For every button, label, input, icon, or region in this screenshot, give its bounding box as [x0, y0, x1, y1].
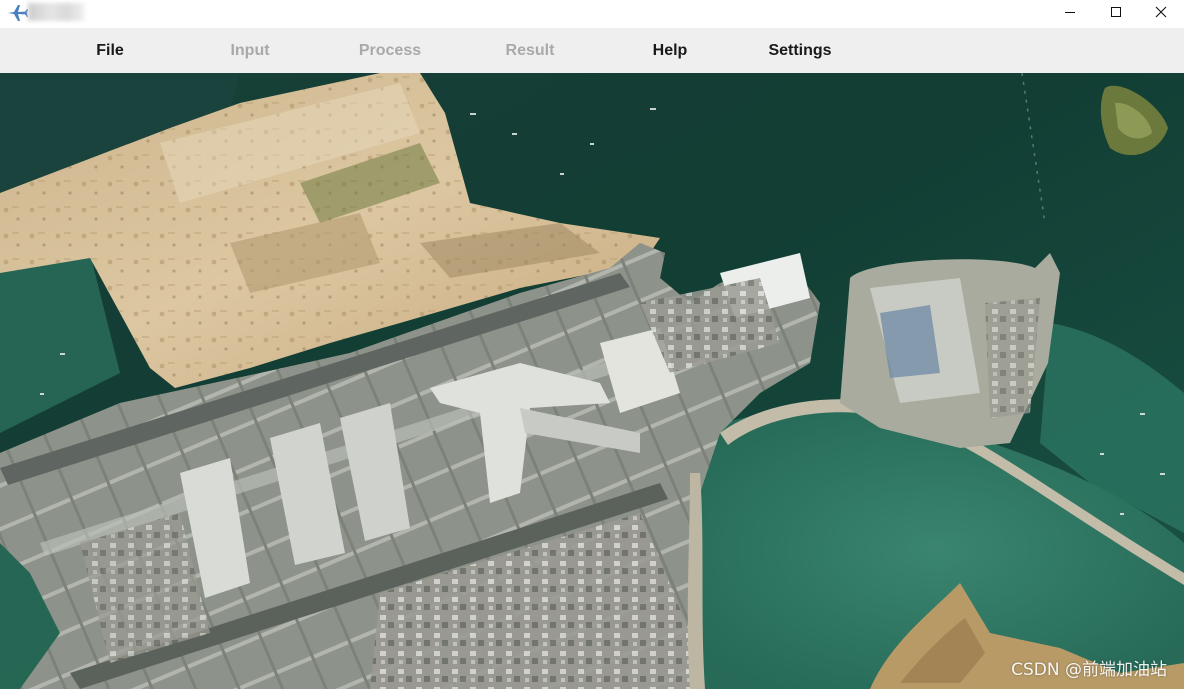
menu-process[interactable]: Process: [330, 28, 450, 73]
airplane-icon: [6, 3, 28, 23]
menu-settings[interactable]: Settings: [740, 28, 860, 73]
menu-bar: File Input Process Result Help Settings: [0, 28, 1184, 73]
title-bar: [0, 0, 1184, 28]
close-icon: [1155, 5, 1167, 23]
minimize-icon: [1064, 5, 1076, 23]
menu-result[interactable]: Result: [470, 28, 590, 73]
satellite-image-view[interactable]: CSDN @前端加油站: [0, 73, 1184, 689]
menu-input[interactable]: Input: [190, 28, 310, 73]
maximize-icon: [1110, 5, 1122, 23]
minimize-button[interactable]: [1047, 0, 1093, 28]
maximize-button[interactable]: [1093, 0, 1139, 28]
menu-file[interactable]: File: [50, 28, 170, 73]
watermark-text: CSDN @前端加油站: [1011, 660, 1167, 680]
airport-satellite-image: [0, 73, 1184, 689]
menu-help[interactable]: Help: [610, 28, 730, 73]
window-title: [28, 3, 84, 21]
close-button[interactable]: [1138, 0, 1184, 28]
